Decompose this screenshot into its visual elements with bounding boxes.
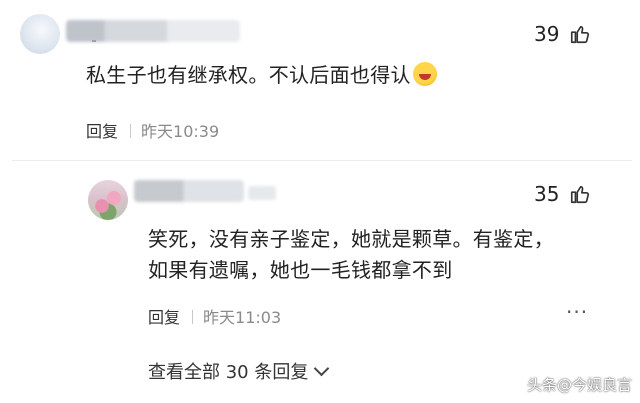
username-blurred[interactable]: [134, 180, 244, 202]
username-blurred-extra: [248, 186, 276, 200]
divider: [12, 160, 632, 161]
timestamp: 昨天10:39: [141, 122, 220, 141]
reply-button[interactable]: 回复: [86, 122, 118, 141]
comment-actions: 回复 昨天10:39: [86, 118, 219, 142]
more-icon[interactable]: ···: [566, 300, 588, 324]
watermark: 头条@今娱良言: [526, 376, 632, 394]
thumbs-up-icon[interactable]: [569, 183, 591, 205]
view-all-replies-button[interactable]: 查看全部 30 条回复: [148, 358, 330, 384]
reply-text: 笑死，没有亲子鉴定，她就是颗草。有鉴定， 如果有遗嘱，她也一毛钱都拿不到: [148, 224, 554, 286]
reply-actions: 回复 昨天11:03: [148, 304, 281, 328]
reply-text-line: 笑死，没有亲子鉴定，她就是颗草。有鉴定，: [148, 227, 554, 251]
separator: [192, 310, 194, 324]
chevron-down-icon: [314, 360, 330, 377]
timestamp: 昨天11:03: [203, 308, 282, 327]
username-blurred[interactable]: [66, 20, 240, 42]
thumbs-up-icon[interactable]: [569, 23, 591, 45]
laughing-emoji-icon: [412, 62, 437, 86]
like-count: 35: [534, 182, 560, 206]
avatar[interactable]: [20, 14, 60, 54]
like-count: 39: [534, 22, 560, 46]
comment-text: 私生子也有继承权。不认后面也得认: [86, 60, 437, 91]
view-all-replies-label: 查看全部 30 条回复: [148, 362, 309, 383]
reply-button[interactable]: 回复: [148, 308, 180, 327]
username-dot: [92, 40, 96, 42]
avatar[interactable]: [88, 180, 128, 220]
reply-text-line: 如果有遗嘱，她也一毛钱都拿不到: [148, 258, 453, 282]
comment-text-content: 私生子也有继承权。不认后面也得认: [86, 63, 411, 87]
separator: [130, 124, 132, 138]
